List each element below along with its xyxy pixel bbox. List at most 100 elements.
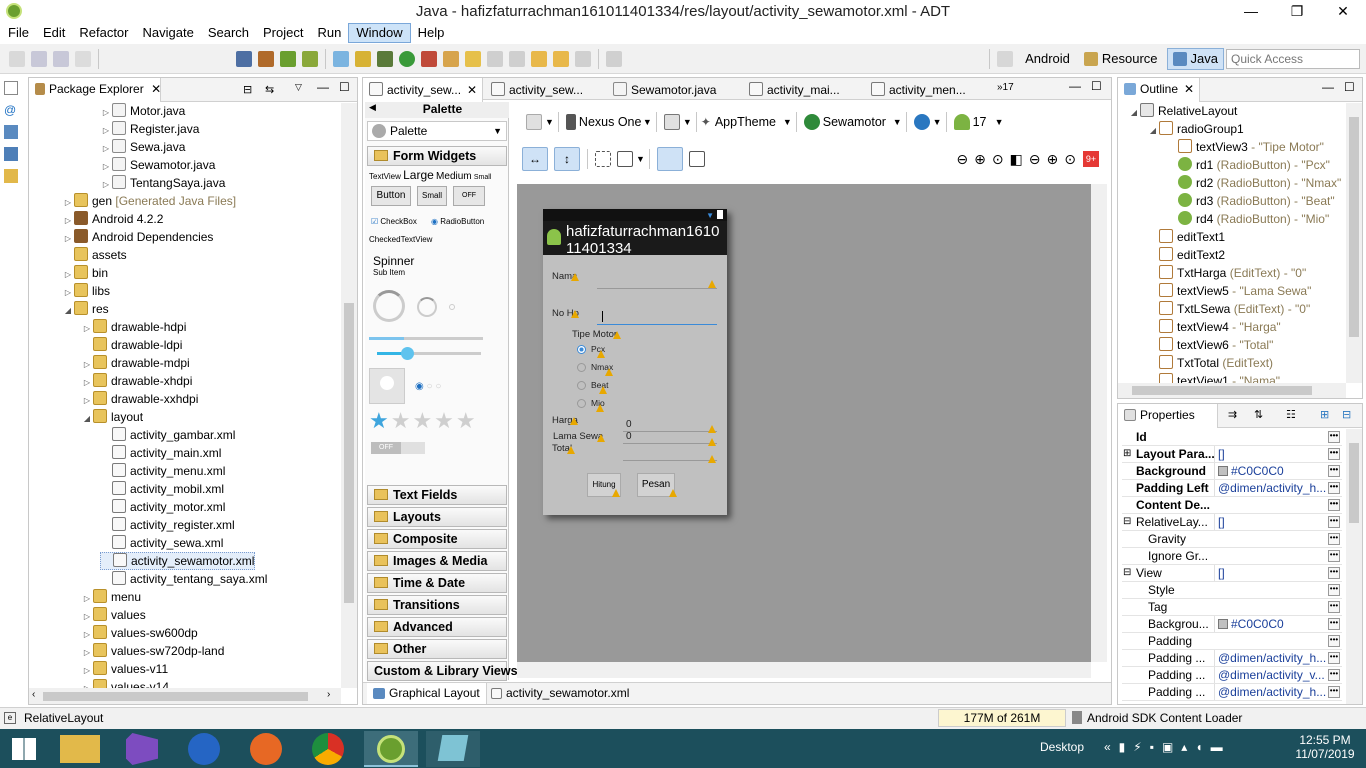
edittext-total[interactable]	[623, 460, 717, 461]
canvas-vscroll[interactable]	[1091, 184, 1107, 662]
firefox-dev-icon[interactable]	[188, 733, 220, 765]
widget-button[interactable]: Button	[371, 186, 411, 206]
tree-item[interactable]: ▷ libs	[62, 282, 110, 300]
widget-radiobutton[interactable]: ◉ RadioButton	[431, 217, 484, 226]
edittext-nohp[interactable]	[597, 324, 717, 325]
windows-start-icon[interactable]	[12, 738, 36, 760]
edit-property-button[interactable]: •••	[1328, 618, 1340, 630]
menu-edit[interactable]: Edit	[36, 23, 72, 43]
radio-nmax[interactable]	[577, 363, 586, 372]
radio-pcx[interactable]	[577, 345, 586, 354]
tree-item[interactable]: activity_motor.xml	[100, 498, 225, 516]
collapse-all-props-icon[interactable]: ⊟	[1342, 408, 1351, 421]
widget-quickcontactbadge[interactable]	[369, 368, 405, 404]
properties-vscroll[interactable]	[1346, 429, 1362, 704]
property-row[interactable]: Padding ... @dimen/activity_h... •••	[1122, 650, 1342, 667]
tree-item[interactable]: ▷ values-sw600dp	[81, 624, 198, 642]
edit-property-button[interactable]: •••	[1328, 499, 1340, 511]
maximize-view-icon[interactable]: ☐	[339, 80, 350, 94]
tab-outline[interactable]: Outline ✕	[1118, 78, 1200, 102]
tree-item[interactable]: drawable-ldpi	[81, 336, 182, 354]
desktop-toolbar[interactable]: Desktop	[1040, 740, 1084, 754]
firefox-icon[interactable]	[250, 733, 282, 765]
tree-item[interactable]: activity_menu.xml	[100, 462, 225, 480]
tree-item[interactable]: ◢ layout	[81, 408, 143, 426]
tree-item[interactable]: ▷ drawable-xhdpi	[81, 372, 192, 390]
snap-grid-icon[interactable]	[688, 151, 705, 167]
minimize-outline-icon[interactable]: —	[1322, 80, 1334, 94]
tree-item[interactable]: ▷ gen [Generated Java Files]	[62, 192, 236, 210]
radio-mio[interactable]	[577, 399, 586, 408]
tab-sewamotor-java[interactable]: Sewamotor.java	[607, 78, 741, 102]
trash-icon[interactable]	[1072, 711, 1082, 724]
emulate-size-icon[interactable]: ◧	[1010, 151, 1023, 168]
tree-item[interactable]: activity_gambar.xml	[100, 426, 235, 444]
edit-property-button[interactable]: •••	[1328, 669, 1340, 681]
widget-toggle-button[interactable]: OFF	[453, 186, 485, 206]
edit-property-button[interactable]: •••	[1328, 448, 1340, 460]
external-tools-icon[interactable]	[421, 50, 437, 67]
edit-property-button[interactable]: •••	[1328, 635, 1340, 647]
edittext-harga[interactable]: 0	[626, 419, 632, 430]
declaration-icon[interactable]	[4, 125, 18, 139]
edit-property-button[interactable]: •••	[1328, 431, 1340, 443]
tab-graphical-layout[interactable]: Graphical Layout	[367, 683, 487, 704]
tab-xml-source[interactable]: activity_sewamotor.xml	[485, 683, 635, 704]
package-explorer-hscroll[interactable]: ‹ ›	[29, 688, 341, 704]
back-icon[interactable]	[553, 50, 569, 67]
task-icon[interactable]	[333, 50, 349, 67]
palette-section-other[interactable]: Other	[367, 639, 507, 659]
run-icon[interactable]	[399, 50, 415, 67]
property-row[interactable]: Id •••	[1122, 429, 1342, 446]
menu-help[interactable]: Help	[411, 23, 452, 43]
edit-property-button[interactable]: •••	[1328, 652, 1340, 664]
lint-icon[interactable]	[280, 50, 296, 67]
tree-item[interactable]: ▷ Android 4.2.2	[62, 210, 163, 228]
palette-section-composite[interactable]: Composite	[367, 529, 507, 549]
widget-seekbar[interactable]	[377, 347, 481, 360]
link-editor-icon[interactable]: ⇆	[265, 83, 274, 96]
perspective-resource[interactable]: Resource	[1079, 48, 1163, 70]
fill-width-icon[interactable]: ↔	[522, 147, 548, 171]
canvas-hscroll[interactable]	[517, 662, 1091, 678]
palette-section-time-date[interactable]: Time & Date	[367, 573, 507, 593]
save-icon[interactable]	[31, 50, 47, 67]
edit-property-button[interactable]: •••	[1328, 482, 1340, 494]
locale-globe-icon[interactable]	[913, 114, 930, 130]
tab-activity-menu[interactable]: activity_men...	[865, 78, 989, 102]
minimize-editor-icon[interactable]: —	[1069, 79, 1081, 93]
perspective-android[interactable]: Android	[1020, 48, 1075, 70]
palette-section-transitions[interactable]: Transitions	[367, 595, 507, 615]
sort-icon[interactable]: ⇅	[1254, 408, 1263, 421]
widget-textview-row[interactable]: TextView Large Medium Small	[369, 168, 491, 182]
widget-checkedtextview[interactable]: CheckedTextView	[369, 235, 432, 244]
tree-item[interactable]: ▷ Register.java	[100, 120, 199, 138]
tree-item[interactable]: ▷ Android Dependencies	[62, 228, 213, 246]
zoom-100-icon[interactable]: ⊙	[992, 151, 1004, 168]
edit-property-button[interactable]: •••	[1328, 584, 1340, 596]
console-icon[interactable]	[4, 147, 18, 161]
label-tipe-motor[interactable]: Tipe Motor	[572, 329, 617, 340]
tree-item[interactable]: ▷ values-v11	[81, 660, 168, 678]
tree-item[interactable]: assets	[62, 246, 127, 264]
tree-item[interactable]: ▷ drawable-hdpi	[81, 318, 186, 336]
tab-activity-sewa[interactable]: activity_sew...	[485, 78, 605, 102]
tree-item[interactable]: activity_tentang_saya.xml	[100, 570, 267, 588]
outline-item[interactable]: ◢ radioGroup1	[1147, 120, 1244, 138]
minimize-button[interactable]: —	[1228, 0, 1274, 23]
menu-window[interactable]: Window	[348, 23, 411, 43]
expand-toggle-icon[interactable]: ◢	[81, 410, 93, 428]
more-tabs-button[interactable]: »17	[991, 78, 1031, 102]
tree-item[interactable]: ▷ TentangSaya.java	[100, 174, 225, 192]
save-all-icon[interactable]	[53, 50, 69, 67]
tree-item[interactable]: ▷ Sewa.java	[100, 138, 185, 156]
debug-icon[interactable]	[377, 50, 393, 67]
widget-switch[interactable]: OFF	[371, 442, 425, 454]
tree-item[interactable]: ▷ drawable-xxhdpi	[81, 390, 198, 408]
property-row[interactable]: ⊟ RelativeLay...[] •••	[1122, 514, 1342, 531]
outline-item[interactable]: textView5 - "Lama Sewa"	[1147, 282, 1311, 300]
tree-item[interactable]: ▷ menu	[81, 588, 141, 606]
show-margins-icon[interactable]	[656, 147, 683, 171]
collapse-all-icon[interactable]: ⊟	[243, 83, 252, 96]
zoom-out-2-icon[interactable]: ⊖	[1029, 151, 1041, 168]
